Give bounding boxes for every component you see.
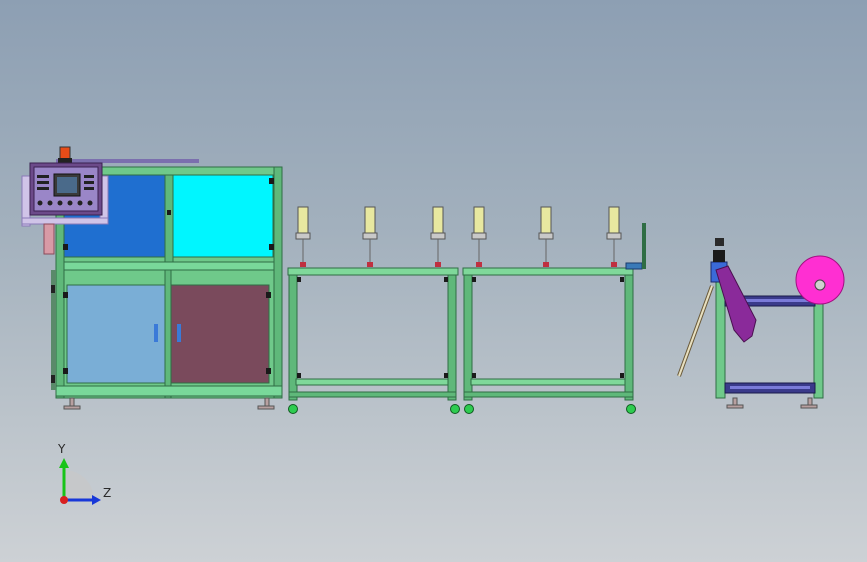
y-axis-arrow (59, 458, 69, 468)
side-panel-detail (51, 285, 55, 293)
table-low-rail (470, 378, 626, 386)
table-top-rail (287, 267, 459, 276)
conveyor-table-2 (462, 223, 646, 414)
cabinet-mid-beam (55, 261, 283, 271)
end-bracket-post (642, 223, 646, 269)
unwinder-feet (726, 397, 818, 409)
table-leg (447, 274, 457, 401)
caster-wheel (464, 404, 474, 414)
lamp-base (58, 158, 72, 163)
z-axis-label: Z (103, 486, 112, 500)
post (273, 166, 283, 399)
cad-viewport[interactable]: Y Z (0, 0, 867, 562)
x-axis-origin (60, 496, 68, 504)
hmi-screen-inner (57, 177, 77, 193)
roll-hub (814, 279, 826, 291)
unwinder-head-top (713, 250, 725, 262)
table-low-rail (295, 378, 449, 386)
cylinder (606, 206, 622, 267)
panel-stand (43, 223, 55, 255)
cylinder (538, 206, 554, 267)
unwinder-cap (715, 238, 724, 246)
table-bottom-rail (463, 391, 634, 398)
axis-triad (59, 458, 101, 505)
post (164, 269, 172, 399)
cylinder (430, 206, 446, 267)
door-handle-right (177, 324, 181, 342)
unwinder-rail-bottom-inner (730, 386, 810, 389)
y-axis-label: Y (58, 442, 66, 456)
cabinet-door-right (170, 284, 270, 384)
door-handle-left (154, 324, 158, 342)
cabinet-feet (63, 397, 275, 410)
table-top-rail (462, 267, 634, 276)
z-axis-arrow (92, 495, 101, 505)
panel-arm-bar (21, 217, 109, 225)
table-bottom-rail (288, 391, 457, 398)
cylinder (362, 206, 378, 267)
top-rail (56, 159, 199, 163)
cabinet-door-left (66, 284, 166, 384)
unwinder-post (813, 291, 824, 399)
side-panel-detail (51, 375, 55, 383)
conveyor-table-1 (287, 267, 460, 414)
machine-assembly-drawing (21, 146, 845, 505)
unwinder-post (715, 279, 726, 399)
unwinder-station (677, 238, 845, 409)
triad-plane (64, 470, 94, 500)
cylinder (295, 206, 311, 267)
table-brackets (472, 277, 624, 378)
caster-wheel (450, 404, 460, 414)
cylinder (471, 206, 487, 267)
end-bracket (625, 262, 643, 270)
table-leg (624, 274, 634, 401)
post (164, 174, 174, 263)
cabinet-upper-inner-right (172, 174, 274, 258)
pneumatic-cylinders (295, 206, 622, 267)
table-brackets (297, 277, 448, 378)
cabinet-bottom-beam (55, 385, 283, 397)
caster-wheel (288, 404, 298, 414)
caster-wheel (626, 404, 636, 414)
